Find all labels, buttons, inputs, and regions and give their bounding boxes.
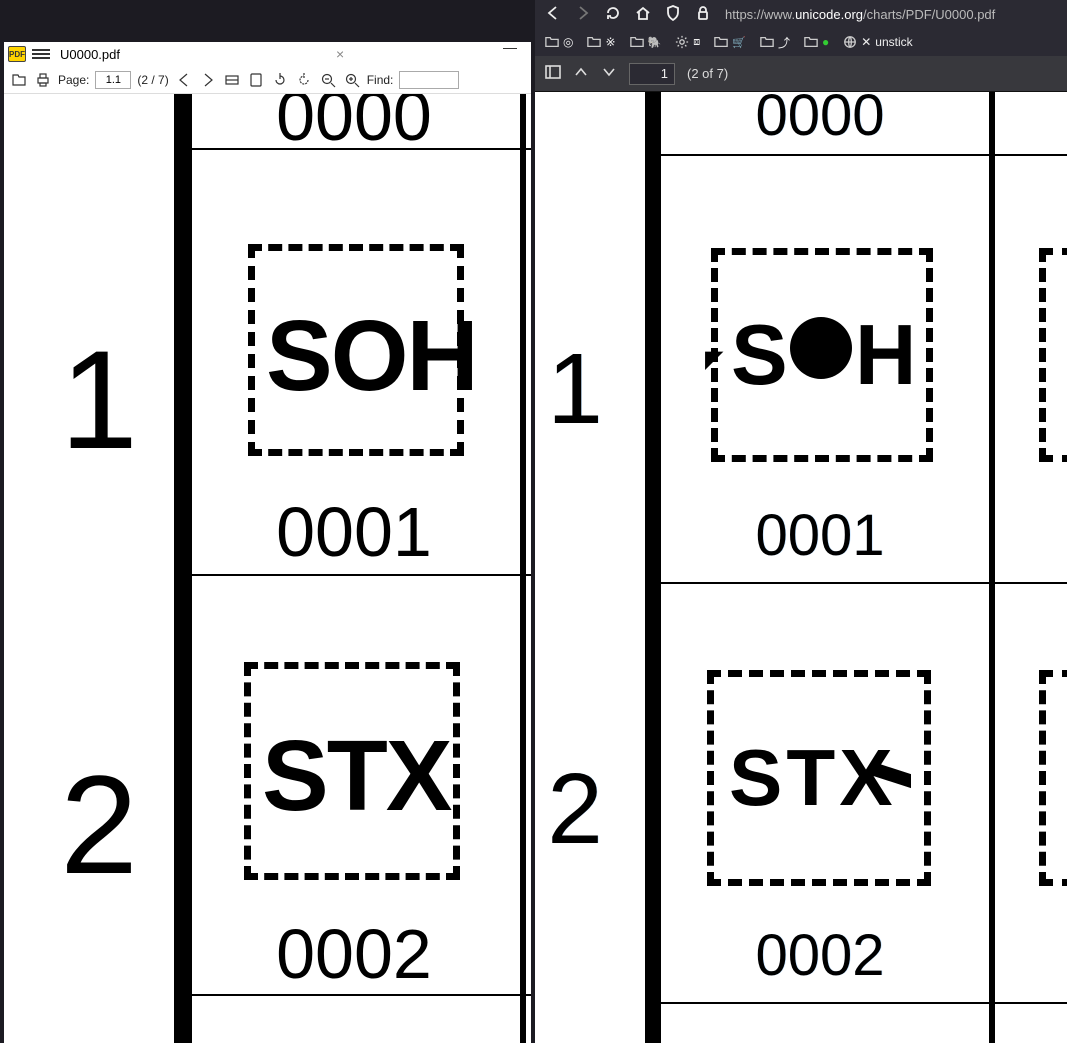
fit-page-icon[interactable] <box>247 71 265 89</box>
bookmark-folder-2[interactable]: ※ <box>587 35 615 49</box>
glyph-box-partial <box>1039 670 1067 886</box>
row-number-1: 1 <box>535 332 615 447</box>
grid-line <box>174 94 192 1043</box>
glyph-label-soh: SOH <box>266 299 477 414</box>
sumatra-window: PDF U0000.pdf × Page: (2 / 7) <box>4 42 531 1043</box>
asterisk-icon: ※ <box>605 35 615 49</box>
codepoint-0002: 0002 <box>244 914 464 994</box>
bookmark-folder-4[interactable]: 🛒 <box>714 35 746 49</box>
bookmark-unstick[interactable]: ✕ unstick <box>843 35 912 49</box>
page-input[interactable] <box>629 63 675 85</box>
row-number-2: 2 <box>44 744 154 906</box>
firefox-page-view[interactable]: 0000 1 ◤ S H 0001 2 STX 0002 <box>535 92 1067 1043</box>
grid-line <box>520 94 526 1043</box>
url-bar[interactable]: https://www.unicode.org/charts/PDF/U0000… <box>725 7 1057 22</box>
firefox-bookmarks-bar: ◎ ※ 🐘 ⧈ 🛒 ⤴ ● ✕ unstick <box>535 28 1067 56</box>
target-icon: ◎ <box>563 35 573 49</box>
grid-line <box>660 582 1067 584</box>
glyph-label-h: H <box>855 307 916 405</box>
green-dot-icon: ● <box>822 35 829 49</box>
prev-page-icon[interactable] <box>573 64 589 83</box>
next-page-icon[interactable] <box>199 71 217 89</box>
reload-icon[interactable] <box>605 5 621 24</box>
next-page-icon[interactable] <box>601 64 617 83</box>
url-suffix: /charts/PDF/U0000.pdf <box>863 7 995 22</box>
find-label: Find: <box>367 73 394 87</box>
sidebar-toggle-icon[interactable] <box>545 64 561 83</box>
page-count: (2 of 7) <box>687 66 728 81</box>
forward-icon <box>575 5 591 24</box>
bookmark-settings[interactable]: ⧈ <box>675 35 700 49</box>
zoom-out-icon[interactable] <box>319 71 337 89</box>
prev-page-icon[interactable] <box>175 71 193 89</box>
bookmark-folder-6[interactable]: ● <box>804 35 829 49</box>
page-label: Page: <box>58 73 89 87</box>
rotate-right-icon[interactable] <box>295 71 313 89</box>
x-icon: ✕ <box>861 35 871 49</box>
sumatra-titlebar: PDF U0000.pdf × <box>4 42 531 66</box>
lock-icon[interactable] <box>695 5 711 24</box>
right-viewer-pane: https://www.unicode.org/charts/PDF/U0000… <box>535 0 1067 1043</box>
glyph-label-stx: STX <box>262 719 450 834</box>
page-input[interactable] <box>95 71 131 89</box>
url-prefix: https://www. <box>725 7 795 22</box>
bookmark-folder-1[interactable]: ◎ <box>545 35 573 49</box>
page-count: (2 / 7) <box>137 73 168 87</box>
find-input[interactable] <box>399 71 459 89</box>
shield-icon[interactable] <box>665 5 681 24</box>
codepoint-0001: 0001 <box>720 502 920 569</box>
grid-line <box>192 994 531 996</box>
codepoint-0002: 0002 <box>720 922 920 989</box>
render-artifact-icon: ◤ <box>705 345 723 374</box>
left-viewer-pane: PDF U0000.pdf × Page: (2 / 7) <box>0 0 535 1043</box>
grid-line <box>645 92 661 1043</box>
glyph-label-s: S <box>731 307 788 405</box>
filled-circle-icon <box>790 317 852 379</box>
grid-line <box>192 574 531 576</box>
fit-width-icon[interactable] <box>223 71 241 89</box>
tab-title[interactable]: U0000.pdf <box>60 47 120 62</box>
minimize-icon[interactable] <box>503 48 517 49</box>
glyph-label-stx: STX <box>729 732 897 824</box>
sumatra-logo-icon: PDF <box>8 46 26 62</box>
bookmark-folder-5[interactable]: ⤴ <box>760 34 790 51</box>
codepoint-0000: 0000 <box>720 92 920 149</box>
print-icon[interactable] <box>34 71 52 89</box>
branch-icon: ⤴ <box>778 34 790 51</box>
left-dark-background <box>0 0 535 39</box>
codepoint-0001: 0001 <box>244 492 464 572</box>
close-icon[interactable]: × <box>336 46 344 62</box>
open-file-icon[interactable] <box>10 71 28 89</box>
back-icon[interactable] <box>545 5 561 24</box>
cart-icon: 🛒 <box>732 36 746 49</box>
glyph-box-partial <box>1039 248 1067 462</box>
bookmark-folder-3[interactable]: 🐘 <box>630 35 662 49</box>
home-icon[interactable] <box>635 5 651 24</box>
firefox-pdf-toolbar: (2 of 7) <box>535 56 1067 92</box>
sumatra-toolbar: Page: (2 / 7) <box>4 66 531 94</box>
codepoint-0000: 0000 <box>244 94 464 156</box>
grid-line <box>989 92 995 1043</box>
tree-icon: ⧈ <box>693 36 700 49</box>
row-number-2: 2 <box>535 752 615 867</box>
row-number-1: 1 <box>44 319 154 481</box>
firefox-navbar: https://www.unicode.org/charts/PDF/U0000… <box>535 0 1067 28</box>
zoom-in-icon[interactable] <box>343 71 361 89</box>
hamburger-icon[interactable] <box>32 46 50 62</box>
sumatra-page-view[interactable]: 0000 1 SOH 0001 2 STX 0002 <box>4 94 531 1043</box>
elephant-icon: 🐘 <box>648 36 662 49</box>
grid-line <box>660 1002 1067 1004</box>
rotate-left-icon[interactable] <box>271 71 289 89</box>
url-domain: unicode.org <box>795 7 863 22</box>
bookmark-unstick-label: unstick <box>875 35 912 49</box>
grid-line <box>660 154 1067 156</box>
